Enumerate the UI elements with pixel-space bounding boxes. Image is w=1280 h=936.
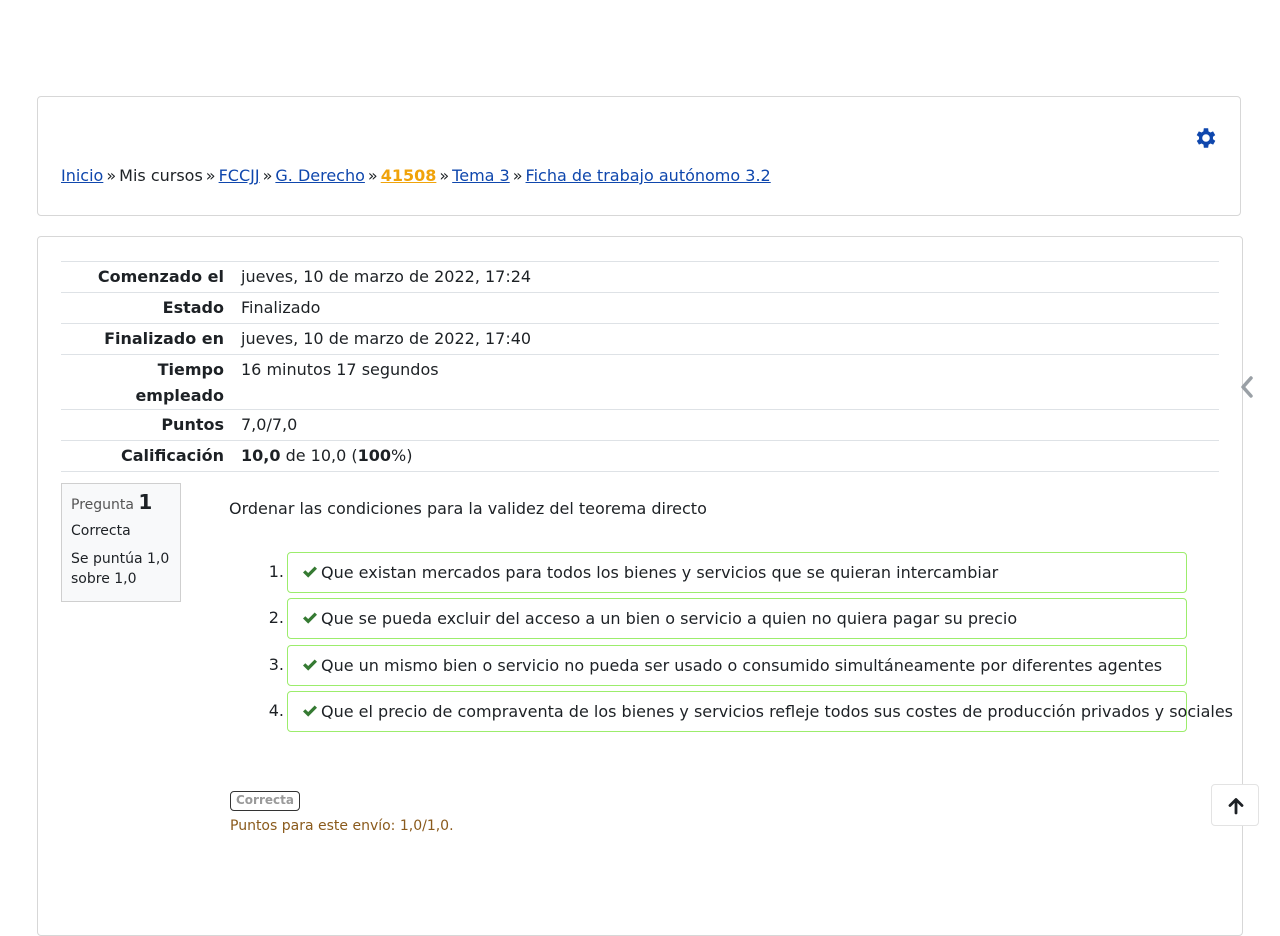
question-grade-line: Se puntúa 1,0 bbox=[71, 551, 170, 567]
answer-number: 3. bbox=[268, 655, 284, 674]
check-icon bbox=[303, 659, 317, 671]
answer-box: Que un mismo bien o servicio no pueda se… bbox=[287, 645, 1187, 686]
summary-label: Comenzado el bbox=[97, 267, 224, 286]
grade-end: %) bbox=[391, 446, 413, 465]
question-number: Pregunta 1 bbox=[71, 492, 171, 515]
answer-box: Que el precio de compraventa de los bien… bbox=[287, 691, 1233, 732]
summary-row-started: Comenzado el jueves, 10 de marzo de 2022… bbox=[61, 261, 1219, 293]
grade-feedback: Puntos para este envío: 1,0/1,0. bbox=[230, 818, 454, 834]
summary-label: Puntos bbox=[161, 415, 224, 434]
grade-percent: 100 bbox=[357, 446, 392, 465]
breadcrumb-tema-3[interactable]: Tema 3 bbox=[452, 166, 510, 185]
summary-row-time: Tiempo empleado 16 minutos 17 segundos bbox=[61, 354, 1219, 410]
breadcrumb-fccjj[interactable]: FCCJJ bbox=[219, 166, 260, 185]
attempt-summary-table: Comenzado el jueves, 10 de marzo de 2022… bbox=[61, 261, 1219, 472]
question-info-box: Pregunta 1 Correcta Se puntúa 1,0 sobre 1… bbox=[61, 483, 181, 602]
grade-mid: de 10,0 ( bbox=[280, 446, 358, 465]
breadcrumb-separator: » bbox=[106, 166, 117, 185]
answer-number: 4. bbox=[268, 701, 284, 720]
back-to-top-button[interactable] bbox=[1211, 784, 1259, 826]
header-card bbox=[37, 96, 1241, 216]
summary-value: 7,0/7,0 bbox=[241, 415, 298, 434]
breadcrumb-mis-cursos: Mis cursos bbox=[119, 166, 203, 185]
summary-label: Finalizado en bbox=[104, 329, 224, 348]
breadcrumb-separator: » bbox=[367, 166, 378, 185]
check-icon bbox=[303, 612, 317, 624]
summary-row-finished: Finalizado en jueves, 10 de marzo de 202… bbox=[61, 323, 1219, 355]
gear-icon[interactable] bbox=[1193, 125, 1219, 151]
breadcrumb: Inicio» Mis cursos» FCCJJ» G. Derecho» 41508… bbox=[61, 165, 771, 187]
breadcrumb-separator: » bbox=[512, 166, 523, 185]
summary-value: 10,0 de 10,0 (100%) bbox=[241, 441, 1219, 472]
summary-row-points: Puntos 7,0/7,0 bbox=[61, 409, 1219, 441]
answer-number: 1. bbox=[268, 562, 284, 581]
question-text: Ordenar las condiciones para la validez … bbox=[229, 499, 707, 518]
summary-value: 16 minutos 17 segundos bbox=[241, 360, 439, 379]
question-number-value: 1 bbox=[138, 490, 153, 514]
summary-label-line: empleado bbox=[135, 386, 224, 405]
summary-label: Estado bbox=[162, 298, 224, 317]
summary-value: Finalizado bbox=[241, 298, 321, 317]
summary-label: Tiempo empleado bbox=[61, 355, 241, 410]
check-icon bbox=[303, 566, 317, 578]
answer-item: 3. Que un mismo bien o servicio no pueda… bbox=[258, 645, 1188, 687]
breadcrumb-course-41508[interactable]: 41508 bbox=[381, 166, 437, 185]
answer-text: Que un mismo bien o servicio no pueda se… bbox=[321, 656, 1163, 675]
answer-text: Que existan mercados para todos los bien… bbox=[321, 563, 999, 582]
grade-score: 10,0 bbox=[241, 446, 281, 465]
answer-text: Que se pueda excluir del acceso a un bie… bbox=[321, 609, 1018, 628]
arrow-up-icon bbox=[1228, 798, 1244, 815]
breadcrumb-g-derecho[interactable]: G. Derecho bbox=[275, 166, 365, 185]
breadcrumb-inicio[interactable]: Inicio bbox=[61, 166, 103, 185]
summary-value: jueves, 10 de marzo de 2022, 17:40 bbox=[241, 329, 532, 348]
check-icon bbox=[303, 705, 317, 717]
summary-row-grade: Calificación 10,0 de 10,0 (100%) bbox=[61, 440, 1219, 472]
summary-label-line: Tiempo bbox=[157, 360, 224, 379]
chevron-left-icon[interactable] bbox=[1237, 374, 1257, 400]
summary-value: jueves, 10 de marzo de 2022, 17:24 bbox=[241, 267, 532, 286]
question-grade: Se puntúa 1,0 sobre 1,0 bbox=[71, 549, 171, 589]
summary-row-state: Estado Finalizado bbox=[61, 292, 1219, 324]
answer-box: Que existan mercados para todos los bien… bbox=[287, 552, 1187, 593]
answer-text: Que el precio de compraventa de los bien… bbox=[321, 702, 1234, 721]
breadcrumb-separator: » bbox=[262, 166, 273, 185]
breadcrumb-separator: » bbox=[205, 166, 216, 185]
question-grade-line: sobre 1,0 bbox=[71, 571, 137, 587]
correct-badge: Correcta bbox=[230, 791, 300, 811]
question-state: Correcta bbox=[71, 523, 131, 539]
answer-item: 2. Que se pueda excluir del acceso a un … bbox=[258, 598, 1188, 640]
breadcrumb-ficha[interactable]: Ficha de trabajo autónomo 3.2 bbox=[526, 166, 771, 185]
answer-item: 1. Que existan mercados para todos los b… bbox=[258, 552, 1188, 594]
answer-item: 4. Que el precio de compraventa de los b… bbox=[258, 691, 1233, 733]
question-label: Pregunta bbox=[71, 497, 134, 513]
answer-number: 2. bbox=[268, 608, 284, 627]
answer-box: Que se pueda excluir del acceso a un bie… bbox=[287, 598, 1187, 639]
breadcrumb-separator: » bbox=[439, 166, 450, 185]
summary-label: Calificación bbox=[121, 446, 224, 465]
